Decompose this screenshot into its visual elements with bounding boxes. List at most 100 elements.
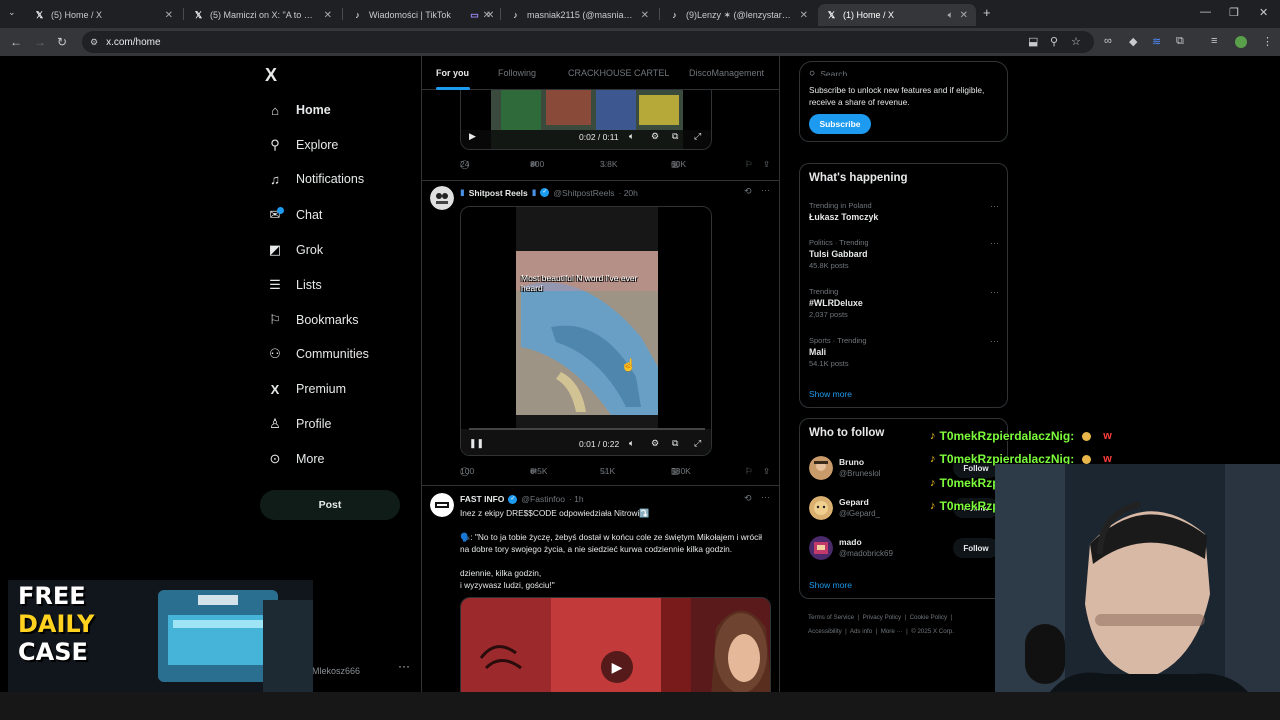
tab-search-icon[interactable]: ⌄ [8, 7, 16, 18]
post-more-icon[interactable]: ··· [761, 185, 770, 195]
tab-discomanagement[interactable]: DiscoManagement [689, 68, 764, 78]
terms-link[interactable]: Terms of Service [808, 614, 854, 621]
zoom-icon[interactable]: ⚲ [1050, 35, 1058, 48]
browser-tab-7-active[interactable]: 𝕏 (1) Home / X 🔈︎ ✕ [818, 4, 976, 26]
settings-icon[interactable]: ⚙ [651, 131, 659, 142]
post1-author-name[interactable]: Shitpost Reels [469, 188, 528, 198]
nav-more[interactable]: ⊙ More [267, 447, 325, 471]
pip-icon[interactable]: ⧉ [672, 438, 678, 449]
nav-grok[interactable]: ◩ Grok [267, 238, 323, 262]
follow-button[interactable]: Follow [953, 538, 999, 558]
fullscreen-icon[interactable]: ⤢ [694, 131, 701, 142]
volume-icon[interactable]: 🔈︎ [629, 131, 634, 142]
reading-list-icon[interactable]: ≡ [1211, 35, 1217, 47]
post2-avatar[interactable] [430, 493, 454, 517]
follow-suggestion[interactable]: mado @madobrick69 Follow [809, 536, 999, 562]
accessibility-link[interactable]: Accessibility [808, 628, 842, 635]
show-more-follow-link[interactable]: Show more [809, 580, 852, 590]
trend-item[interactable]: Trending in Poland Łukasz Tomczyk ··· [809, 201, 999, 222]
trend-more-icon[interactable]: ··· [990, 201, 999, 211]
share-icon[interactable]: ⇪ [763, 159, 770, 170]
browser-menu-icon[interactable]: ⋮ [1262, 35, 1273, 48]
post0-video[interactable]: ▶ 0:02 / 0:11 🔈︎ ⚙ ⧉ ⤢ [460, 90, 712, 150]
footer-more-link[interactable]: More ··· [881, 628, 903, 635]
nav-bookmarks[interactable]: ⚐ Bookmarks [267, 308, 358, 332]
trend-more-icon[interactable]: ··· [990, 238, 999, 248]
account-handle[interactable]: Mlekosz666 [312, 666, 360, 676]
fullscreen-icon[interactable]: ⤢ [694, 438, 701, 449]
volume-icon[interactable]: 🔈︎ [629, 438, 634, 449]
grok-summary-icon[interactable]: ⟲ [744, 493, 752, 504]
cookie-link[interactable]: Cookie Policy [910, 614, 948, 621]
profile-avatar-icon[interactable] [1235, 36, 1247, 48]
extension-wave-icon[interactable]: ≋ [1152, 35, 1161, 48]
browser-tab-4[interactable]: ▭ ✕ [461, 4, 499, 26]
install-app-icon[interactable]: ⬓ [1028, 35, 1038, 48]
restore-window-button[interactable]: ❐ [1229, 6, 1239, 19]
browser-tab-5[interactable]: ♪ masniak2115 (@masniak2115) ✕ [502, 4, 657, 26]
nav-profile[interactable]: ♙ Profile [267, 412, 331, 436]
extension-glasses-icon[interactable]: ∞ [1104, 35, 1112, 47]
share-icon[interactable]: ⇪ [763, 466, 770, 477]
forward-icon[interactable]: → [34, 35, 46, 49]
subscribe-button[interactable]: Subscribe [809, 114, 871, 134]
tab-following[interactable]: Following [498, 68, 536, 78]
browser-tab-1[interactable]: 𝕏 (5) Home / X ✕ [26, 4, 181, 26]
post1-video[interactable]: Most beautiful N word I've ever heard ☝ … [460, 206, 712, 456]
trend-more-icon[interactable]: ··· [990, 336, 999, 346]
grok-summary-icon[interactable]: ⟲ [744, 186, 752, 197]
post1-avatar[interactable] [430, 186, 454, 210]
extensions-puzzle-icon[interactable]: ⧉ [1176, 35, 1184, 48]
trend-item[interactable]: Trending #WLRDeluxe 2,037 posts ··· [809, 287, 999, 319]
post2-handle[interactable]: @Fastinfoo [521, 494, 565, 504]
minimize-window-button[interactable]: — [1200, 6, 1211, 18]
show-more-trends-link[interactable]: Show more [809, 389, 852, 399]
privacy-link[interactable]: Privacy Policy [863, 614, 902, 621]
nav-communities[interactable]: ⚇ Communities [267, 342, 369, 366]
bookmark-icon[interactable]: ⚐ [745, 159, 753, 170]
nav-explore[interactable]: ⚲ Explore [267, 133, 338, 157]
account-more-icon[interactable]: ··· [398, 659, 410, 673]
close-tab-icon[interactable]: ✕ [800, 10, 808, 21]
close-tab-icon[interactable]: ✕ [641, 10, 649, 21]
new-tab-button[interactable]: + [983, 5, 991, 20]
tab-for-you[interactable]: For you [436, 68, 469, 78]
browser-tab-6[interactable]: ♪ (9)Lenzy ✶ (@lenzystar) | TikTok ✕ [661, 4, 816, 26]
nav-chat[interactable]: ✉ Chat [267, 203, 322, 227]
close-tab-icon[interactable]: ✕ [165, 10, 173, 21]
tab-crackhouse-cartel[interactable]: CRACKHOUSE CARTEL [568, 68, 669, 78]
post2-video[interactable]: ▶ [460, 597, 771, 697]
post1-handle[interactable]: @ShitpostReels [553, 188, 614, 198]
settings-icon[interactable]: ⚙ [651, 438, 659, 449]
back-icon[interactable]: ← [10, 35, 22, 49]
nav-lists[interactable]: ☰ Lists [267, 273, 322, 297]
close-window-button[interactable]: ✕ [1259, 6, 1268, 19]
browser-tab-2[interactable]: 𝕏 (5) Mamiczi on X: "A to wiecie ✕ [185, 4, 340, 26]
reload-icon[interactable]: ↻ [57, 35, 67, 49]
site-settings-icon[interactable]: ⚙ [90, 37, 98, 48]
mute-tab-icon[interactable]: 🔈︎ [948, 10, 954, 21]
post1-time[interactable]: · 20h [619, 188, 638, 198]
post2-author-name[interactable]: FAST INFO [460, 494, 504, 504]
x-logo-icon[interactable]: X [265, 65, 277, 86]
pip-icon[interactable]: ⧉ [672, 131, 678, 142]
bookmark-icon[interactable]: ⚐ [745, 466, 753, 477]
nav-premium[interactable]: X Premium [267, 377, 346, 401]
ads-info-link[interactable]: Ads info [850, 628, 872, 635]
address-bar[interactable]: ⚙ x.com/home [82, 31, 1094, 53]
post-more-icon[interactable]: ··· [761, 492, 770, 502]
pause-icon[interactable]: ❚❚ [469, 438, 484, 449]
close-tab-icon[interactable]: ✕ [324, 10, 332, 21]
post-button[interactable]: Post [260, 490, 400, 520]
close-tab-icon[interactable]: ✕ [960, 10, 968, 21]
nav-notifications[interactable]: ♫ Notifications [267, 167, 364, 191]
trend-item[interactable]: Sports · Trending Mali 54.1K posts ··· [809, 336, 999, 368]
extension-diamond-icon[interactable]: ◆ [1129, 35, 1137, 48]
trend-item[interactable]: Politics · Trending Tulsi Gabbard 45.8K … [809, 238, 999, 270]
play-icon[interactable]: ▶ [469, 131, 476, 142]
nav-home[interactable]: ⌂ Home [267, 98, 331, 122]
close-tab-icon[interactable]: ✕ [486, 10, 494, 21]
trend-more-icon[interactable]: ··· [990, 287, 999, 297]
play-button-icon[interactable]: ▶ [601, 651, 633, 683]
bookmark-star-icon[interactable]: ☆ [1071, 35, 1081, 48]
